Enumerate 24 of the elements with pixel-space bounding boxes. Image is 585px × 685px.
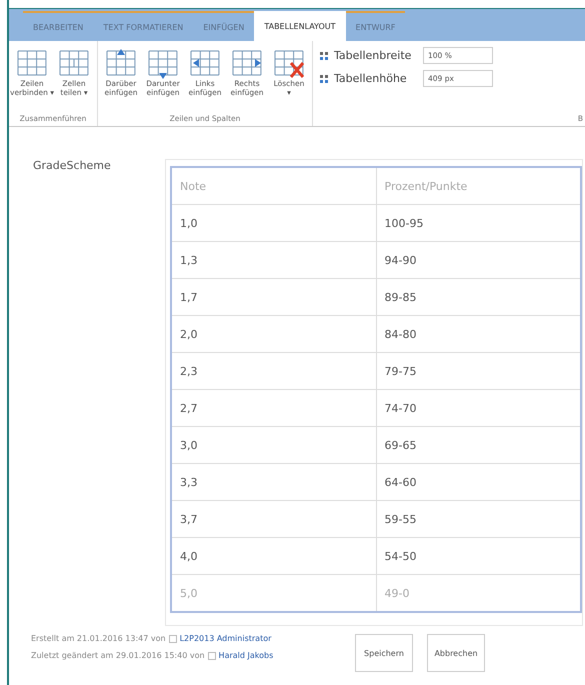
user-link[interactable]: Harald Jakobs	[218, 651, 274, 660]
field-label: GradeScheme	[33, 159, 112, 174]
table-cell[interactable]: 1,3	[171, 242, 376, 278]
user-presence-icon	[208, 652, 216, 660]
table-size-icon	[319, 50, 331, 62]
footer-text: Erstellt am 21.01.2016 13:47 von	[31, 634, 166, 643]
table-cell[interactable]: 2,3	[171, 352, 376, 390]
form-button[interactable]: Speichern	[355, 634, 413, 672]
table-cell[interactable]: 1,7	[171, 278, 376, 316]
form-button[interactable]: Abbrechen	[427, 634, 485, 672]
user-link[interactable]: L2P2013 Administrator	[180, 634, 272, 643]
table-cell[interactable]: 3,7	[171, 500, 376, 538]
table-cell[interactable]: 1,0	[171, 204, 376, 242]
table-cell[interactable]: 2,0	[171, 316, 376, 352]
table-cell[interactable]: 3,0	[171, 426, 376, 464]
table-cell[interactable]: 2,7	[171, 390, 376, 426]
footer-text: Zuletzt geändert am 29.01.2016 15:40 von	[31, 651, 205, 660]
user-presence-icon	[168, 634, 177, 642]
table-size-icon	[319, 72, 331, 84]
size-label: Tabellenbreite	[334, 49, 412, 62]
size-label: Tabellenhöhe	[334, 72, 408, 85]
table-cell[interactable]: 4,0	[171, 538, 376, 574]
ribbon-tab[interactable]: TABELLENLAYOUT	[254, 11, 346, 41]
table-cell[interactable]: 3,3	[171, 464, 376, 500]
